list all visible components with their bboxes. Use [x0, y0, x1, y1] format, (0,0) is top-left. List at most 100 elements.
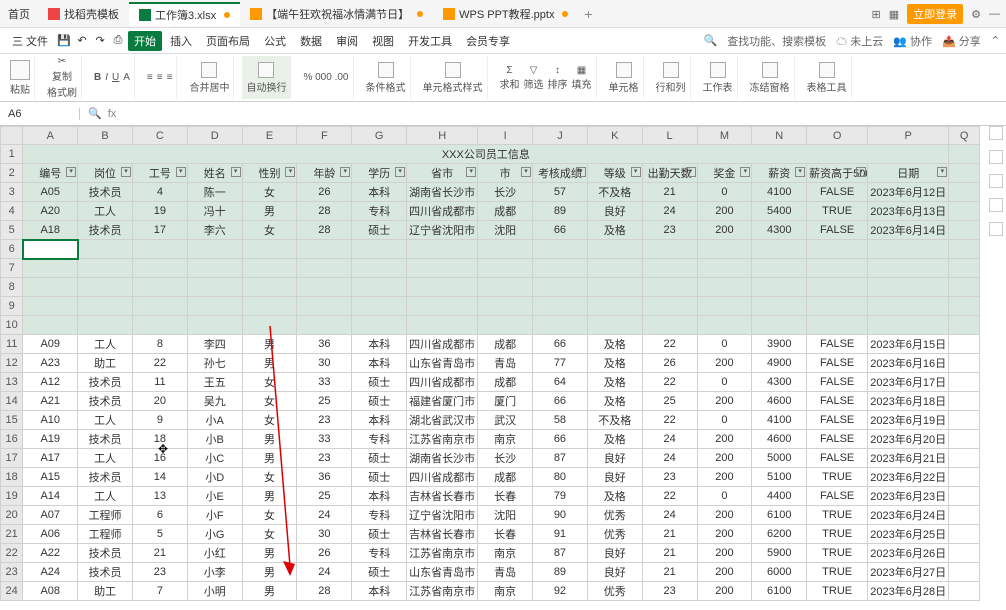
cell[interactable] — [949, 354, 980, 373]
cell[interactable] — [533, 240, 588, 259]
cell[interactable]: 湖南省长沙市 — [407, 183, 478, 202]
cell[interactable]: 26 — [297, 544, 352, 563]
menu-review[interactable]: 审阅 — [330, 31, 364, 51]
cell[interactable]: 25 — [642, 392, 697, 411]
row-header[interactable]: 1 — [1, 145, 23, 164]
cell[interactable]: 66 — [533, 221, 588, 240]
cell[interactable]: 23 — [642, 582, 697, 601]
cell[interactable] — [478, 278, 533, 297]
cell[interactable] — [78, 259, 133, 278]
cell[interactable] — [352, 240, 407, 259]
cell[interactable]: 5000 — [752, 449, 807, 468]
tab-ppt2[interactable]: WPS PPT教程.pptx — [433, 2, 578, 26]
cell[interactable]: 66 — [533, 430, 588, 449]
cell[interactable]: 及格 — [587, 335, 642, 354]
cell[interactable] — [949, 335, 980, 354]
cell[interactable] — [697, 278, 752, 297]
menu-data[interactable]: 数据 — [294, 31, 328, 51]
cell[interactable]: A10 — [23, 411, 78, 430]
filter-dropdown-icon[interactable]: ▾ — [466, 167, 476, 177]
column-header[interactable]: I — [478, 127, 533, 145]
cell[interactable]: 优秀 — [587, 582, 642, 601]
cell[interactable]: 男 — [242, 354, 297, 373]
cell[interactable]: 21 — [642, 544, 697, 563]
cell[interactable] — [949, 392, 980, 411]
cell[interactable] — [868, 278, 949, 297]
cell[interactable]: 200 — [697, 392, 752, 411]
cell[interactable]: 4600 — [752, 430, 807, 449]
cell[interactable]: 沈阳 — [478, 506, 533, 525]
cell[interactable]: 5100 — [752, 468, 807, 487]
column-header[interactable] — [1, 127, 23, 145]
cell[interactable] — [23, 259, 78, 278]
cell[interactable]: A15 — [23, 468, 78, 487]
cell[interactable]: 南京 — [478, 544, 533, 563]
cell[interactable]: 21 — [132, 544, 187, 563]
row-header[interactable]: 16 — [1, 430, 23, 449]
cell[interactable] — [533, 297, 588, 316]
cell[interactable]: 等级▾ — [587, 164, 642, 183]
cell[interactable]: 5 — [132, 525, 187, 544]
cell[interactable] — [187, 240, 242, 259]
cell[interactable]: 2023年6月21日 — [868, 449, 949, 468]
cell[interactable] — [78, 240, 133, 259]
cell[interactable]: 硕士 — [352, 525, 407, 544]
cell[interactable]: 24 — [642, 449, 697, 468]
cell[interactable]: 小C — [187, 449, 242, 468]
cell[interactable]: 2023年6月16日 — [868, 354, 949, 373]
cell[interactable]: 工人 — [78, 449, 133, 468]
side-tool-3[interactable] — [989, 174, 1003, 188]
cell[interactable]: 王五 — [187, 373, 242, 392]
row-header[interactable]: 7 — [1, 259, 23, 278]
font-color-button[interactable]: A — [123, 72, 130, 83]
menu-file[interactable]: 三 文件 — [6, 31, 54, 51]
cell[interactable]: 女 — [242, 506, 297, 525]
column-header[interactable]: H — [407, 127, 478, 145]
filter-dropdown-icon[interactable]: ▾ — [795, 167, 805, 177]
cell[interactable]: 小F — [187, 506, 242, 525]
cell[interactable]: 4300 — [752, 373, 807, 392]
cell[interactable]: TRUE — [807, 468, 868, 487]
row-header[interactable]: 17 — [1, 449, 23, 468]
tab-templates[interactable]: 找稻壳模板 — [38, 2, 129, 26]
side-tool-4[interactable] — [989, 198, 1003, 212]
cell[interactable]: 89 — [533, 563, 588, 582]
column-header[interactable]: M — [697, 127, 752, 145]
cell[interactable]: 本科 — [352, 183, 407, 202]
grid-icon[interactable]: ▦ — [889, 8, 899, 21]
cell[interactable]: 女 — [242, 411, 297, 430]
cell[interactable]: 200 — [697, 525, 752, 544]
cell[interactable] — [868, 316, 949, 335]
cell[interactable]: 2023年6月15日 — [868, 335, 949, 354]
cell[interactable]: TRUE — [807, 506, 868, 525]
cell[interactable]: 薪资▾ — [752, 164, 807, 183]
cell[interactable]: 薪资高于5000▾ — [807, 164, 868, 183]
cell[interactable]: 64 — [533, 373, 588, 392]
merge-icon[interactable] — [201, 62, 217, 78]
cell[interactable]: 2023年6月25日 — [868, 525, 949, 544]
sheet-icon[interactable] — [710, 62, 726, 78]
cell[interactable]: 2023年6月18日 — [868, 392, 949, 411]
cell[interactable] — [478, 297, 533, 316]
cell[interactable]: 日期▾ — [868, 164, 949, 183]
cell[interactable]: 性别▾ — [242, 164, 297, 183]
cell[interactable] — [642, 259, 697, 278]
cell[interactable]: 青岛 — [478, 563, 533, 582]
cell[interactable] — [949, 582, 980, 601]
cell[interactable]: TRUE — [807, 582, 868, 601]
cell[interactable]: A14 — [23, 487, 78, 506]
cell[interactable]: FALSE — [807, 373, 868, 392]
filter-dropdown-icon[interactable]: ▾ — [576, 167, 586, 177]
cell[interactable]: 李六 — [187, 221, 242, 240]
cell[interactable]: 助工 — [78, 582, 133, 601]
cell[interactable]: FALSE — [807, 335, 868, 354]
cell[interactable]: 男 — [242, 563, 297, 582]
cell[interactable] — [642, 278, 697, 297]
cell[interactable]: 良好 — [587, 563, 642, 582]
cell[interactable]: 出勤天数▾ — [642, 164, 697, 183]
cell[interactable]: 良好 — [587, 544, 642, 563]
cell[interactable]: 硕士 — [352, 468, 407, 487]
cell[interactable]: 24 — [642, 430, 697, 449]
cell[interactable]: 30 — [297, 354, 352, 373]
cell[interactable] — [752, 240, 807, 259]
